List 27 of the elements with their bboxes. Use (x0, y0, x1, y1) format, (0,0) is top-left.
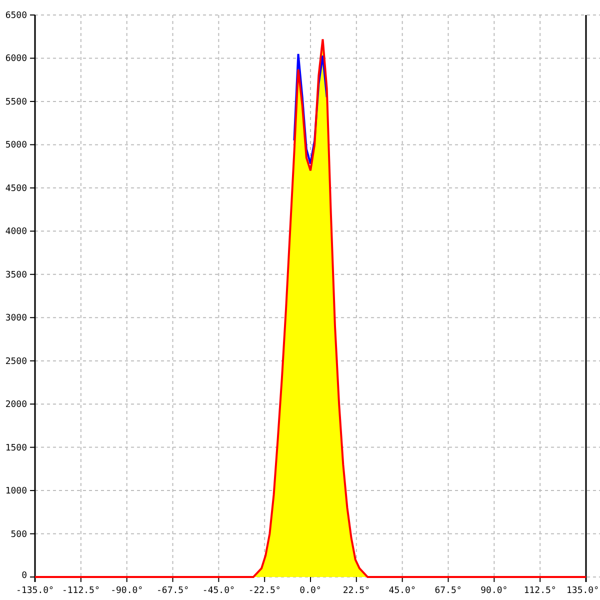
y-tick-label: 6500 (5, 11, 27, 21)
y-tick-label: 3500 (5, 270, 27, 280)
x-tick-label: 22.5° (342, 586, 370, 596)
y-tick-label: 4000 (5, 227, 27, 238)
x-tick-label: 135.0° (566, 586, 599, 596)
x-tick-label: -67.5° (156, 586, 189, 596)
x-tick-label: 0.0° (300, 586, 322, 596)
x-tick-label: 112.5° (524, 586, 556, 596)
y-tick-label: 1000 (5, 486, 27, 497)
x-tick-label: -22.5° (248, 586, 281, 596)
x-tick-label: 45.0° (388, 586, 416, 596)
y-tick-label: 5500 (5, 97, 27, 108)
y-tick-label: 6000 (5, 54, 27, 64)
y-tick-label: 5000 (5, 140, 27, 151)
x-tick-label: -112.5° (62, 586, 100, 596)
x-tick-label: -135.0° (16, 586, 54, 596)
y-tick-label: 0 (22, 571, 27, 581)
y-tick-label: 3000 (5, 314, 27, 324)
x-tick-label: 90.0° (480, 586, 508, 596)
y-tick-label: 4500 (5, 184, 27, 194)
y-tick-label: 500 (10, 530, 27, 540)
y-tick-label: 2000 (5, 400, 27, 410)
y-tick-label: 2500 (5, 356, 27, 367)
y-tick-label: 1500 (5, 443, 27, 454)
x-tick-label: -90.0° (110, 586, 144, 596)
x-tick-label: 67.5° (434, 586, 462, 596)
x-tick-label: -45.0° (202, 586, 235, 596)
